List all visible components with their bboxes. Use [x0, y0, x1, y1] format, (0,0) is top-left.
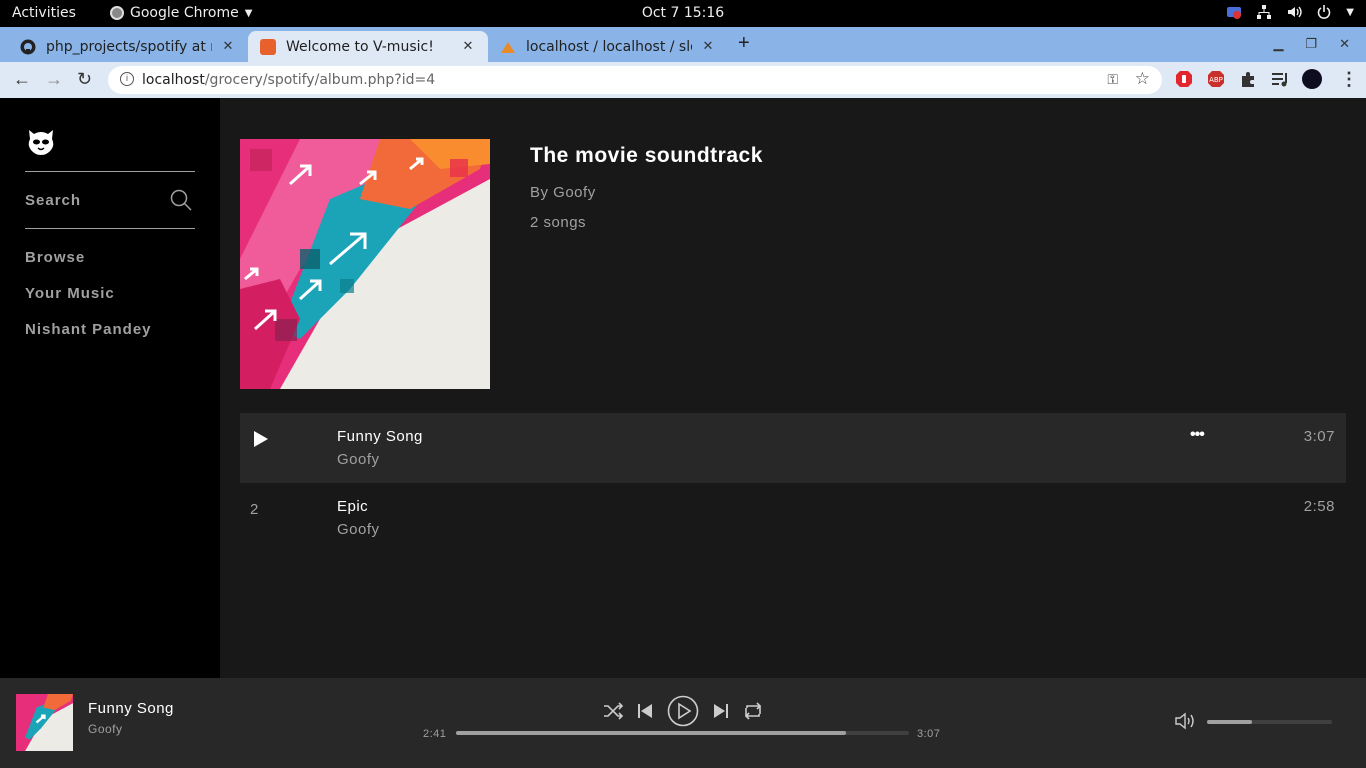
browser-tab[interactable]: Welcome to V-music! ✕	[248, 31, 488, 62]
playlist-icon[interactable]	[1270, 69, 1290, 89]
track-artist[interactable]: Goofy	[337, 521, 380, 538]
new-tab-button[interactable]: +	[738, 32, 750, 55]
now-playing-artist[interactable]: Goofy	[88, 722, 123, 736]
phpmyadmin-icon	[500, 39, 516, 55]
github-icon	[20, 39, 36, 55]
activities-button[interactable]: Activities	[12, 5, 76, 21]
close-window-icon[interactable]: ✕	[1339, 36, 1350, 52]
power-icon[interactable]	[1316, 4, 1332, 20]
reload-icon[interactable]: ↻	[77, 69, 92, 90]
clock[interactable]: Oct 7 15:16	[642, 5, 724, 21]
nav-browse[interactable]: Browse	[25, 249, 85, 266]
browser-toolbar: ← → ↻ i localhost/grocery/spotify/album.…	[0, 62, 1366, 98]
track-duration: 3:07	[1303, 428, 1335, 445]
search-link[interactable]: Search	[25, 186, 195, 216]
album-song-count: 2 songs	[530, 214, 587, 231]
volume-fill	[1207, 720, 1252, 724]
repeat-icon[interactable]	[742, 700, 764, 722]
restore-icon[interactable]: ❐	[1305, 36, 1317, 52]
now-playing-artwork	[16, 694, 73, 751]
album-artwork	[240, 139, 490, 389]
track-row[interactable]: 2 Epic Goofy 2:58	[240, 483, 1346, 553]
previous-icon[interactable]	[634, 700, 656, 722]
url-text[interactable]: localhost/grocery/spotify/album.php?id=4	[142, 72, 435, 88]
bookmark-star-icon[interactable]: ☆	[1135, 69, 1150, 89]
progress-bar[interactable]	[456, 731, 909, 735]
track-artist[interactable]: Goofy	[337, 451, 380, 468]
network-icon[interactable]	[1256, 4, 1272, 20]
chrome-menu-icon[interactable]: ⋮	[1340, 69, 1358, 90]
now-playing-bar: Funny Song Goofy 2:41 3:07	[0, 678, 1366, 768]
sidebar: Search Browse Your Music Nishant Pandey	[0, 98, 220, 678]
spotify-app: Search Browse Your Music Nishant Pandey	[0, 98, 1366, 678]
close-icon[interactable]: ✕	[220, 39, 236, 54]
current-time: 2:41	[423, 728, 447, 740]
track-number: 2	[250, 501, 259, 518]
logo-icon[interactable]	[25, 124, 57, 156]
now-playing-title[interactable]: Funny Song	[88, 700, 174, 717]
nav-your-music[interactable]: Your Music	[25, 285, 115, 302]
more-options-icon[interactable]: •••	[1190, 426, 1205, 444]
browser-tab[interactable]: php_projects/spotify at m ✕	[8, 31, 248, 62]
browser-tab-strip: php_projects/spotify at m ✕ Welcome to V…	[0, 27, 1366, 62]
track-name: Epic	[337, 498, 369, 515]
browser-tab[interactable]: localhost / localhost / slot ✕	[488, 31, 728, 62]
volume-slider[interactable]	[1207, 720, 1332, 724]
svg-text:ABP: ABP	[1209, 76, 1223, 84]
app-favicon-icon	[260, 38, 276, 55]
search-icon	[169, 188, 193, 212]
puzzle-icon[interactable]	[1238, 69, 1258, 89]
system-tray[interactable]: ▼	[1226, 4, 1354, 20]
track-duration: 2:58	[1303, 498, 1335, 515]
album-artist[interactable]: By Goofy	[530, 184, 596, 201]
nav-profile[interactable]: Nishant Pandey	[25, 321, 152, 338]
search-label: Search	[25, 192, 82, 209]
address-bar[interactable]: i localhost/grocery/spotify/album.php?id…	[108, 66, 1162, 94]
divider	[25, 228, 195, 229]
forward-icon[interactable]: →	[45, 69, 63, 90]
caret-down-icon: ▼	[244, 7, 253, 19]
track-list: Funny Song Goofy ••• 3:07 2 Epic Goofy 2…	[240, 413, 1346, 553]
app-menu-label: Google Chrome	[130, 5, 239, 21]
close-icon[interactable]: ✕	[700, 39, 716, 54]
album-title: The movie soundtrack	[530, 144, 763, 167]
caret-down-icon[interactable]: ▼	[1346, 7, 1354, 18]
adblock-icon[interactable]	[1174, 69, 1194, 89]
volume-icon[interactable]	[1174, 711, 1196, 731]
close-icon[interactable]: ✕	[460, 39, 476, 54]
site-info-icon[interactable]: i	[120, 72, 134, 86]
main-content: The movie soundtrack By Goofy 2 songs Fu…	[220, 98, 1366, 678]
abp-icon[interactable]: ABP	[1206, 69, 1226, 89]
back-icon[interactable]: ←	[13, 69, 31, 90]
shuffle-icon[interactable]	[602, 700, 624, 722]
tab-title: Welcome to V-music!	[286, 38, 434, 55]
tab-title: php_projects/spotify at m	[46, 38, 212, 55]
profile-avatar[interactable]	[1302, 69, 1322, 89]
key-icon[interactable]: ⚿	[1107, 71, 1118, 88]
system-top-bar: Activities Google Chrome ▼ Oct 7 15:16 ▼	[0, 0, 1366, 27]
accessibility-icon[interactable]	[1226, 4, 1242, 20]
play-button[interactable]	[667, 695, 699, 727]
play-icon[interactable]	[254, 431, 268, 447]
progress-fill	[456, 731, 846, 735]
tab-title: localhost / localhost / slot	[526, 38, 692, 55]
track-name: Funny Song	[337, 428, 423, 445]
divider	[25, 171, 195, 172]
minimize-icon[interactable]: ▁	[1273, 36, 1283, 52]
app-menu[interactable]: Google Chrome ▼	[110, 5, 252, 21]
volume-icon[interactable]	[1286, 4, 1302, 20]
chrome-icon	[110, 6, 124, 20]
next-icon[interactable]	[710, 700, 732, 722]
track-row[interactable]: Funny Song Goofy ••• 3:07	[240, 413, 1346, 483]
total-time: 3:07	[917, 728, 941, 740]
window-controls: ▁ ❐ ✕	[1273, 36, 1350, 52]
